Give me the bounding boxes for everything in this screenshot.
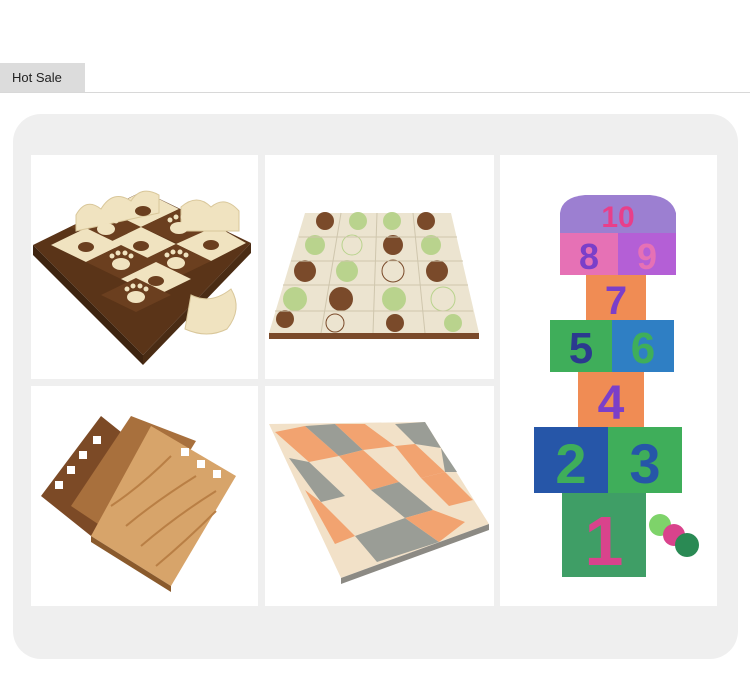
bean-bags: [649, 514, 699, 557]
hopscotch-mat-image: 10 8 9 7 5 6 4 2 3 1: [534, 195, 699, 580]
hop-number-4: 4: [598, 377, 625, 430]
hop-number-10: 10: [601, 201, 634, 234]
hop-number-9: 9: [637, 236, 657, 277]
product-card-hopscotch-mat[interactable]: 10 8 9 7 5 6 4 2 3 1: [500, 155, 717, 606]
hop-number-6: 6: [631, 324, 655, 373]
hop-number-1: 1: [585, 502, 624, 580]
hop-number-7: 7: [605, 279, 627, 323]
product-card-circle-mat[interactable]: [265, 155, 494, 379]
hop-number-2: 2: [555, 432, 586, 495]
product-card-chevron-mat[interactable]: [265, 386, 494, 606]
hot-sale-label: Hot Sale: [12, 70, 62, 85]
wood-tiles-image: [41, 416, 236, 592]
product-card-wood-tiles[interactable]: [31, 386, 258, 606]
hot-sale-tab[interactable]: Hot Sale: [0, 63, 85, 92]
hop-number-8: 8: [579, 236, 599, 277]
chevron-mat-image: [269, 422, 489, 584]
hop-number-3: 3: [629, 432, 660, 495]
circle-mat-image: [269, 212, 479, 339]
section-divider: [0, 92, 750, 93]
hop-number-5: 5: [569, 324, 593, 373]
paw-mat-image: [33, 190, 251, 365]
product-card-paw-mat[interactable]: [31, 155, 258, 379]
